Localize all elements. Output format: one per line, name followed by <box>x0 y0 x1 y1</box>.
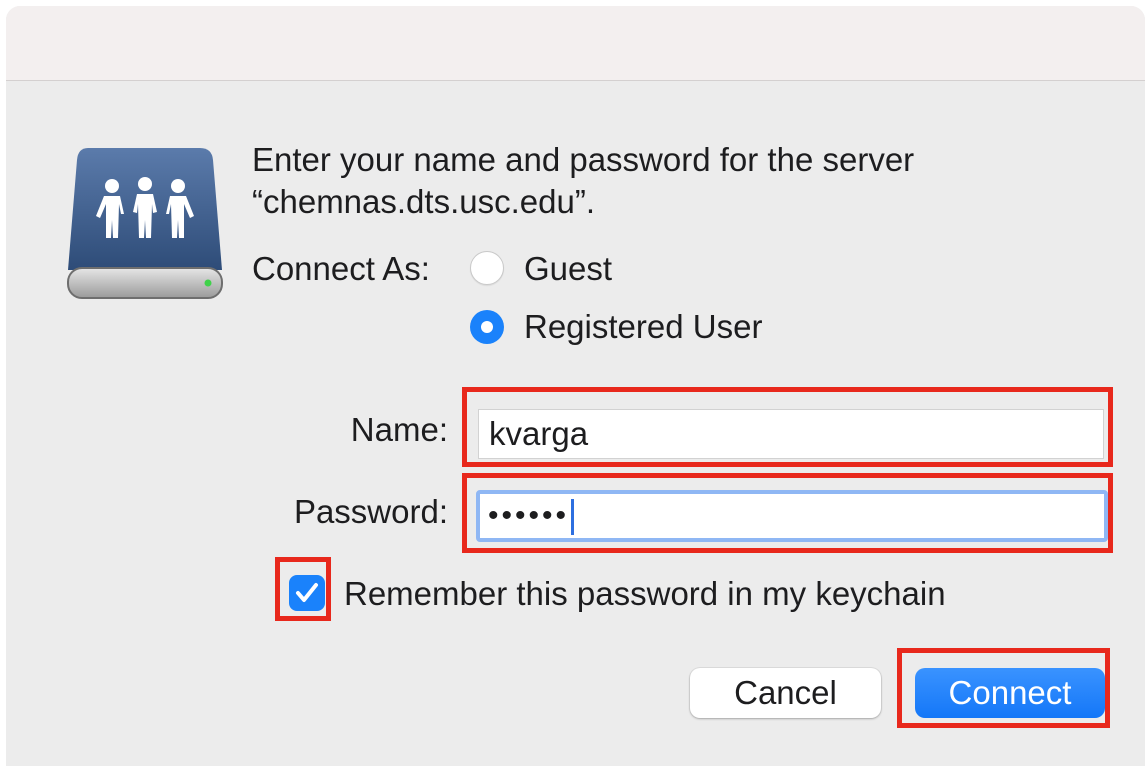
connect-button-highlight <box>897 648 1110 728</box>
password-label: Password: <box>293 493 448 530</box>
connect-as-label: Connect As: <box>252 250 430 287</box>
registered-user-radio[interactable] <box>470 310 504 344</box>
shared-server-icon <box>66 142 224 302</box>
registered-user-radio-label[interactable]: Registered User <box>524 307 762 347</box>
remember-password-label[interactable]: Remember this password in my keychain <box>344 574 946 614</box>
name-label: Name: <box>350 411 448 448</box>
prompt-server-name: “chemnas.dts.usc.edu”. <box>252 183 595 220</box>
password-field-highlight <box>462 473 1113 553</box>
dialog-prompt: Enter your name and password for the ser… <box>252 139 1112 223</box>
name-field-highlight <box>462 387 1113 467</box>
guest-radio[interactable] <box>470 251 504 285</box>
prompt-line-1: Enter your name and password for the ser… <box>252 141 915 178</box>
guest-radio-label[interactable]: Guest <box>524 249 612 289</box>
checkbox-highlight <box>275 557 331 621</box>
dialog-titlebar <box>6 6 1145 81</box>
cancel-button[interactable]: Cancel <box>690 668 881 718</box>
